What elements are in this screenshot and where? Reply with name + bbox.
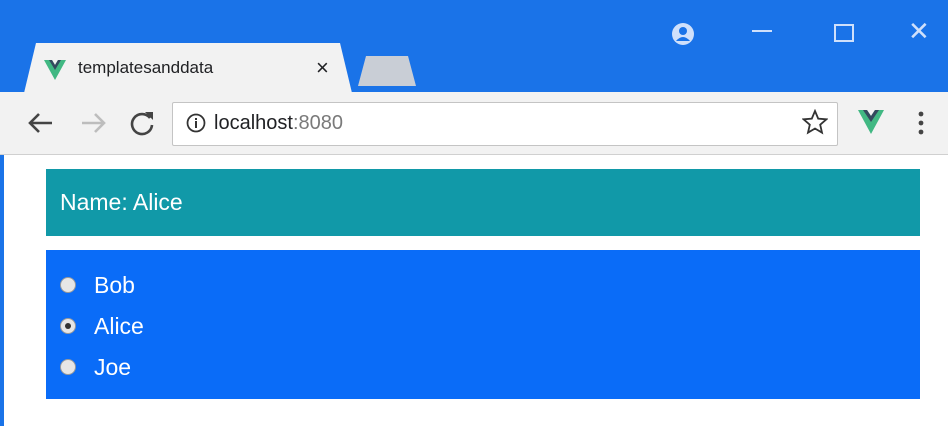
close-icon[interactable]: ✕ [908, 16, 930, 46]
forward-icon[interactable] [80, 111, 108, 135]
maximize-icon[interactable] [834, 24, 854, 42]
info-icon[interactable] [186, 113, 206, 133]
url-host: localhost [214, 112, 293, 134]
radio-label-joe[interactable]: Joe [94, 354, 131, 381]
radio-button-bob[interactable] [60, 277, 76, 293]
profile-icon[interactable] [671, 22, 695, 46]
selected-name-label: Name: Alice [60, 189, 183, 215]
radio-option-bob[interactable]: Bob [60, 265, 135, 305]
radio-button-alice[interactable] [60, 318, 76, 334]
star-icon[interactable] [802, 109, 828, 135]
reload-icon[interactable] [128, 109, 156, 137]
tab-title: templatesanddata [78, 58, 214, 77]
browser-window: templatesanddata × ✕ localhost:8080 Name… [0, 0, 948, 426]
name-radio-group: Bob Alice Joe [46, 250, 920, 399]
tab-close-icon[interactable]: × [316, 54, 329, 82]
vue-favicon-icon [44, 60, 66, 80]
url-text: localhost:8080 [214, 111, 343, 135]
radio-label-alice[interactable]: Alice [94, 313, 144, 340]
vue-extension-icon[interactable] [858, 110, 884, 134]
menu-icon[interactable] [916, 110, 926, 136]
back-icon[interactable] [26, 111, 54, 135]
window-border [0, 155, 4, 426]
url-port: :8080 [292, 112, 343, 134]
new-tab-button[interactable] [358, 56, 416, 86]
radio-option-joe[interactable]: Joe [60, 347, 131, 387]
radio-option-alice[interactable]: Alice [60, 306, 144, 346]
selected-name-panel: Name: Alice [46, 169, 920, 236]
radio-button-joe[interactable] [60, 359, 76, 375]
radio-label-bob[interactable]: Bob [94, 272, 135, 299]
minimize-icon[interactable] [752, 30, 772, 32]
